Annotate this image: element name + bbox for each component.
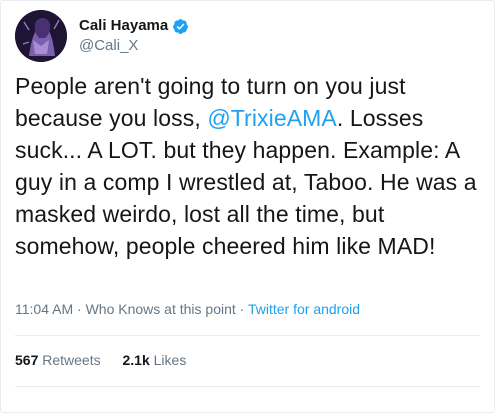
meta-separator: · xyxy=(73,301,86,317)
retweets-count: 567 xyxy=(15,352,39,368)
tweet-meta: 11:04 AM · Who Knows at this point · Twi… xyxy=(15,299,360,319)
tweet-text: People aren't going to turn on you just … xyxy=(15,70,485,262)
meta-separator: · xyxy=(235,301,248,317)
avatar[interactable] xyxy=(15,10,67,62)
likes-label: Likes xyxy=(153,352,187,368)
retweets-label: Retweets xyxy=(42,352,101,368)
tweet-location[interactable]: Who Knows at this point xyxy=(86,301,236,317)
retweets-stat[interactable]: 567 Retweets xyxy=(15,352,101,368)
tweet-stats: 567 Retweets 2.1k Likes xyxy=(15,350,204,370)
divider xyxy=(15,335,480,336)
user-names: Cali Hayama @Cali_X xyxy=(79,16,189,56)
tweet-time[interactable]: 11:04 AM xyxy=(15,301,73,317)
likes-count: 2.1k xyxy=(122,352,150,368)
display-name[interactable]: Cali Hayama xyxy=(79,16,168,36)
verified-badge-icon xyxy=(172,18,189,35)
avatar-image xyxy=(15,10,67,62)
user-handle[interactable]: @Cali_X xyxy=(79,36,189,56)
display-name-row: Cali Hayama xyxy=(79,16,189,36)
likes-stat[interactable]: 2.1k Likes xyxy=(123,352,187,368)
mention-link[interactable]: @TrixieAMA xyxy=(207,105,337,131)
tweet-header: Cali Hayama @Cali_X xyxy=(15,10,189,62)
divider xyxy=(15,386,480,387)
tweet-card: Cali Hayama @Cali_X People aren't going … xyxy=(0,0,495,413)
tweet-source-link[interactable]: Twitter for android xyxy=(248,301,360,317)
